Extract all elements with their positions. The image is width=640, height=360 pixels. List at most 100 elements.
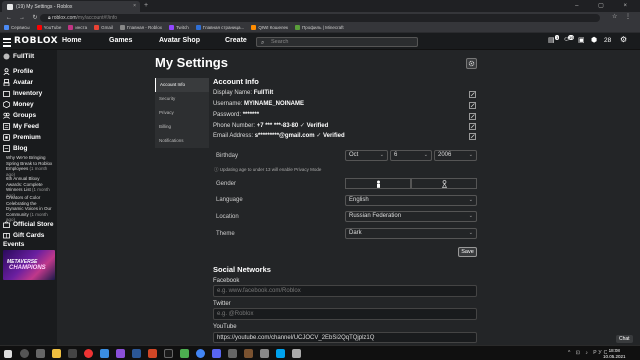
bookmark-item[interactable]: Gmail: [94, 25, 113, 30]
app-icon[interactable]: [292, 349, 301, 358]
birthday-month-select[interactable]: Oct ⌄: [345, 150, 388, 161]
reload-icon[interactable]: ↻: [31, 14, 39, 21]
yandex-browser-icon[interactable]: [84, 349, 93, 358]
robux-balance[interactable]: 28: [604, 37, 611, 44]
chat-icon[interactable]: ▤: [548, 36, 555, 44]
file-explorer-icon[interactable]: [52, 349, 61, 358]
location-select[interactable]: Russian Federation ⌄: [345, 211, 477, 222]
app-icon[interactable]: [132, 349, 141, 358]
minecraft-icon[interactable]: [244, 349, 253, 358]
discord-icon[interactable]: [212, 349, 221, 358]
birthday-year-select[interactable]: 2006 ⌄: [434, 150, 477, 161]
sidebar-events-heading: Events: [3, 241, 25, 248]
app-icon[interactable]: [100, 349, 109, 358]
app-icon[interactable]: [68, 349, 77, 358]
bookmark-item[interactable]: Профиль | Minecraft: [295, 25, 344, 30]
menu-privacy[interactable]: Privacy: [155, 106, 209, 120]
sidebar-item-blog[interactable]: Blog: [3, 145, 27, 152]
bookmark-item[interactable]: Twitch: [169, 25, 189, 30]
twitter-input[interactable]: e.g. @Roblox: [213, 308, 477, 320]
blog-post[interactable]: Why We're Bringing Spring Break to Roblo…: [6, 155, 55, 177]
sidebar-item-official-store[interactable]: Official Store: [3, 221, 53, 228]
hamburger-menu-icon[interactable]: [3, 38, 11, 47]
bookmark-item[interactable]: Сервисы: [4, 25, 30, 30]
forward-icon[interactable]: →: [18, 15, 26, 21]
theme-select[interactable]: Dark ⌄: [345, 228, 477, 239]
edit-email-icon[interactable]: [469, 133, 476, 140]
bookmark-favicon-icon: [68, 25, 74, 30]
email-row: Email Address: s*********@gmail.com ✓ Ve…: [213, 133, 345, 139]
edit-username-icon[interactable]: [469, 102, 476, 109]
nav-home[interactable]: Home: [62, 37, 81, 44]
search-input[interactable]: ⌕ Search: [256, 36, 418, 47]
youtube-input[interactable]: https://youtube.com/channel/UCJOCV_2EbSi…: [213, 332, 477, 343]
gender-female-button[interactable]: [411, 178, 477, 189]
bookmark-favicon-icon: [169, 25, 175, 30]
app-icon[interactable]: [116, 349, 125, 358]
gender-male-button[interactable]: [345, 178, 411, 189]
display-name-row: Display Name: FullTilt: [213, 90, 274, 96]
sidebar-item-my-feed[interactable]: My Feed: [3, 123, 39, 130]
sidebar-item-profile[interactable]: Profile: [3, 68, 33, 76]
nav-create[interactable]: Create: [225, 37, 247, 44]
birthday-day-select[interactable]: 6 ⌄: [390, 150, 432, 161]
search-taskbar-icon[interactable]: [20, 349, 29, 358]
settings-gear-button[interactable]: [466, 58, 477, 69]
chrome-icon[interactable]: [196, 349, 205, 358]
app-icon[interactable]: [164, 349, 173, 358]
menu-account-info[interactable]: Account Info: [155, 78, 209, 92]
bookmark-item[interactable]: Главная страница...: [195, 25, 244, 30]
language-select[interactable]: English ⌄: [345, 195, 477, 206]
new-tab-button[interactable]: +: [144, 1, 148, 11]
notifications-icon[interactable]: ▣: [578, 36, 585, 44]
chevron-down-icon: ⌄: [468, 152, 473, 158]
edit-display-name-icon[interactable]: [469, 91, 476, 98]
back-icon[interactable]: ←: [5, 15, 13, 21]
roblox-logo[interactable]: ROBLOX: [14, 36, 58, 46]
sidebar-item-money[interactable]: Money: [2, 100, 34, 109]
nav-avatar-shop[interactable]: Avatar Shop: [159, 37, 200, 44]
windows-start-icon[interactable]: [4, 349, 12, 358]
chat-badge: 1: [555, 35, 560, 40]
sidebar-item-inventory[interactable]: Inventory: [3, 90, 42, 97]
edit-phone-icon[interactable]: [469, 123, 476, 130]
menu-security[interactable]: Security: [155, 92, 209, 106]
address-bar[interactable]: 🔒︎ roblox.com/my/account#!/info: [40, 13, 600, 22]
app-icon[interactable]: [180, 349, 189, 358]
left-sidebar: FullTilt Profile Avatar Inventory Money …: [0, 50, 57, 360]
settings-gear-icon[interactable]: ⚙: [620, 35, 627, 44]
app-icon[interactable]: [148, 349, 157, 358]
menu-billing[interactable]: Billing: [155, 120, 209, 134]
robux-icon[interactable]: ⬢: [591, 36, 597, 44]
menu-notifications[interactable]: Notifications: [155, 134, 209, 148]
taskbar-clock[interactable]: 18:08 10.05.2021: [603, 348, 626, 359]
sidebar-item-gift-cards[interactable]: Gift Cards: [3, 232, 44, 239]
event-banner[interactable]: METAVERSE CHAMPIONS: [3, 250, 55, 280]
bookmark-item[interactable]: Главная - Roblox: [119, 25, 162, 30]
url-host: roblox.com: [52, 14, 77, 21]
bookmark-item[interactable]: инста: [68, 25, 87, 30]
sidebar-username[interactable]: FullTilt: [3, 53, 34, 60]
nav-games[interactable]: Games: [109, 37, 132, 44]
facebook-input[interactable]: e.g. www.facebook.com/Roblox: [213, 285, 477, 297]
app-icon[interactable]: [276, 349, 285, 358]
window-controls[interactable]: – ▢ ×: [575, 0, 636, 12]
extensions-icons[interactable]: ☆ ⋮: [612, 13, 634, 20]
edit-password-icon[interactable]: [469, 113, 476, 120]
sidebar-item-premium[interactable]: Premium: [3, 134, 41, 141]
chevron-down-icon: ⌄: [468, 213, 473, 219]
chat-button[interactable]: Chat: [616, 335, 633, 343]
tab-close-icon[interactable]: ×: [133, 3, 136, 9]
blog-post[interactable]: Creators of Color Celebrating the Dynami…: [6, 195, 55, 223]
app-icon[interactable]: [260, 349, 269, 358]
task-view-icon[interactable]: [36, 349, 45, 358]
sidebar-item-avatar[interactable]: Avatar: [3, 79, 33, 87]
inventory-icon: [3, 90, 10, 97]
bookmark-item[interactable]: YouTube: [36, 25, 61, 30]
app-icon[interactable]: [228, 349, 237, 358]
chevron-down-icon: ⌄: [379, 152, 384, 158]
bookmark-item[interactable]: QIWI Кошелек: [251, 25, 288, 30]
sidebar-item-groups[interactable]: Groups: [3, 112, 36, 119]
save-button[interactable]: Save: [458, 247, 477, 257]
browser-tab[interactable]: (19) My Settings - Roblox ×: [2, 1, 140, 12]
